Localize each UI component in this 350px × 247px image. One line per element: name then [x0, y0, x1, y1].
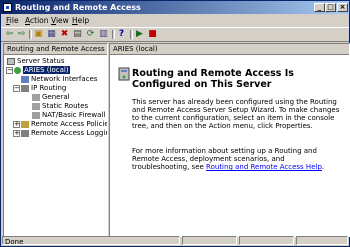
refresh-icon[interactable]: ⟳ — [85, 29, 96, 40]
help-link[interactable]: Routing and Remote Access Help — [206, 163, 322, 171]
tree-item-general[interactable]: General — [32, 93, 70, 102]
details-header: ARIES (local) — [110, 44, 349, 55]
tree-item-static-routes[interactable]: Static Routes — [32, 102, 88, 111]
logging-icon — [21, 129, 29, 137]
page-heading: Routing and Remote Access Is Configured … — [132, 68, 294, 90]
forward-icon[interactable]: ⇨ — [16, 29, 27, 40]
close-button[interactable]: × — [337, 3, 348, 12]
window-title: Routing and Remote Access — [15, 3, 141, 12]
general-icon — [32, 93, 40, 101]
status-panel-4 — [296, 236, 348, 245]
up-folder-icon[interactable]: ▣ — [33, 29, 44, 40]
collapse-toggle-ip-routing[interactable]: − — [13, 85, 20, 92]
status-panel-2 — [182, 236, 237, 245]
properties-icon[interactable]: ▤ — [72, 29, 83, 40]
status-bar: Done — [1, 236, 349, 246]
expand-toggle-logging[interactable]: + — [13, 130, 20, 137]
network-interfaces-icon — [21, 75, 29, 83]
tree-item-remote-access-policies[interactable]: Remote Access Policies — [21, 120, 107, 129]
menu-bar: File Action View Help — [1, 15, 349, 26]
routing-server-icon — [118, 67, 130, 81]
menu-file[interactable]: File — [6, 15, 19, 26]
export-list-icon[interactable]: ▥ — [98, 29, 109, 40]
help-paragraph: For more information about setting up a … — [132, 147, 325, 171]
app-window: Routing and Remote Access _ □ × File Act… — [0, 0, 350, 247]
details-pane: ARIES (local) Routing and Remote Access … — [109, 43, 350, 237]
status-text: Done — [2, 236, 180, 246]
minimize-button[interactable]: _ — [314, 3, 325, 12]
back-icon[interactable]: ⇦ — [4, 29, 15, 40]
policies-icon — [21, 120, 29, 128]
info-paragraph: This server has already been configured … — [132, 98, 340, 130]
expand-toggle-policies[interactable]: + — [13, 121, 20, 128]
server-icon — [14, 66, 21, 74]
status-panel-3 — [239, 236, 294, 245]
tree-item-aries-local[interactable]: ARIES (local) — [14, 66, 70, 75]
static-routes-icon — [32, 102, 40, 110]
nat-firewall-icon — [32, 111, 40, 119]
tree-item-network-interfaces[interactable]: Network Interfaces — [21, 75, 97, 84]
maximize-button[interactable]: □ — [325, 3, 336, 12]
ip-routing-icon — [21, 84, 29, 92]
tree-item-remote-access-logging[interactable]: Remote Access Logging — [21, 129, 107, 138]
tree-header: Routing and Remote Access — [4, 44, 107, 55]
show-hide-tree-icon[interactable]: ▦ — [46, 29, 57, 40]
server-status-icon — [7, 57, 15, 65]
tree-item-server-status[interactable]: Server Status — [7, 57, 65, 66]
title-bar[interactable]: Routing and Remote Access _ □ × — [1, 1, 349, 14]
tree-item-ip-routing[interactable]: IP Routing — [21, 84, 66, 93]
app-icon[interactable] — [3, 3, 12, 12]
delete-icon[interactable]: ✖ — [59, 29, 70, 40]
tree-item-nat-basic-firewall[interactable]: NAT/Basic Firewall — [32, 111, 105, 120]
start-service-icon[interactable]: ▶ — [134, 29, 145, 40]
menu-action[interactable]: Action — [25, 15, 49, 26]
menu-help[interactable]: Help — [72, 15, 89, 26]
toolbar: ⇦ ⇨ ▣ ▦ ✖ ▤ ⟳ ▥ ? ▶ ■ — [1, 27, 349, 42]
stop-service-icon[interactable]: ■ — [147, 29, 158, 40]
help-icon[interactable]: ? — [116, 29, 127, 40]
menu-view[interactable]: View — [51, 15, 69, 26]
collapse-toggle-aries[interactable]: − — [6, 67, 13, 74]
console-tree[interactable]: Routing and Remote Access Server Status … — [3, 43, 108, 237]
